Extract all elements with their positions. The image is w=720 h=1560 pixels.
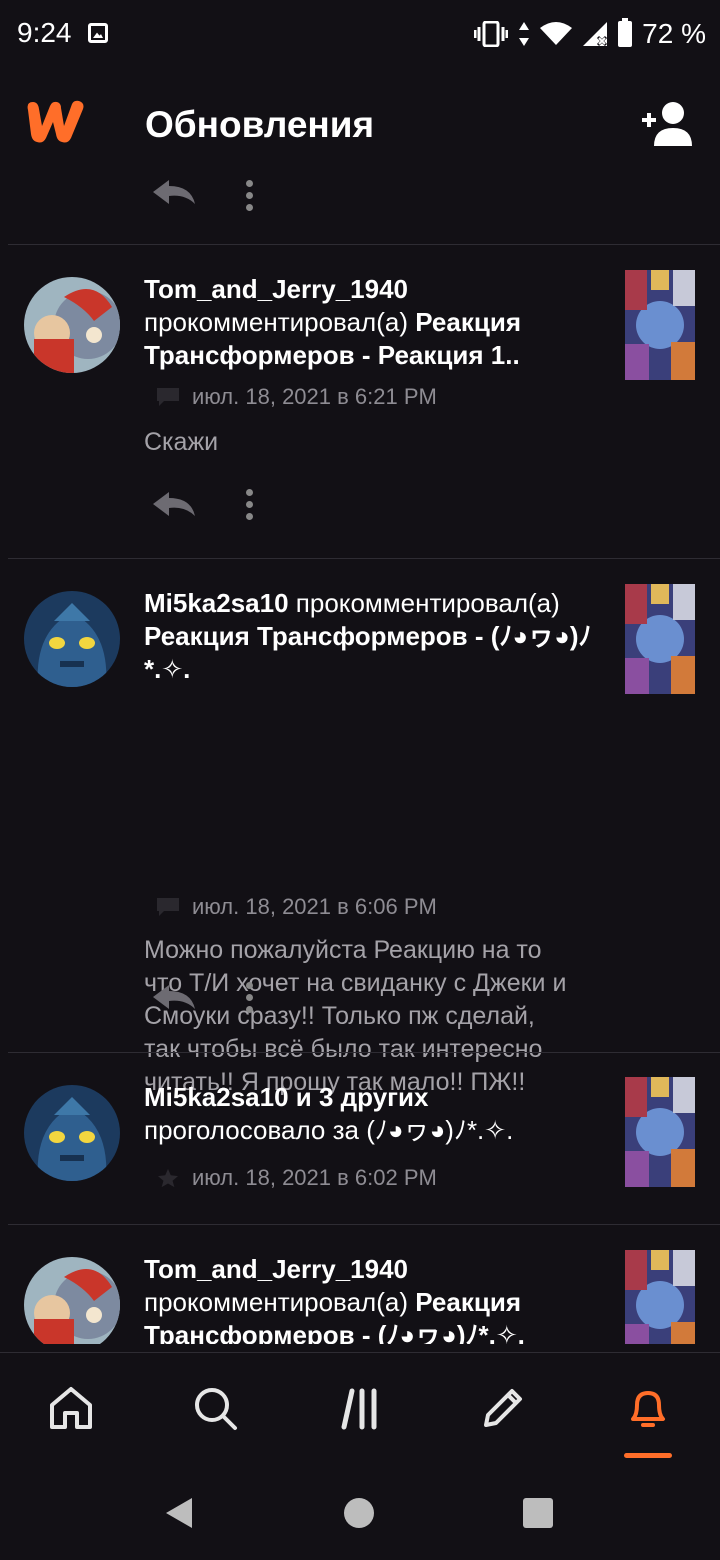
timestamp: июл. 18, 2021 в 6:06 PM [192,894,437,919]
comment-icon [157,388,179,406]
activity-meta: июл. 18, 2021 в 6:02 PM [156,1165,437,1191]
activity-text: Mi5ka2sa10 прокомментировал(а) Реакция Т… [144,587,604,686]
story-cover[interactable] [625,270,695,380]
home-circle-icon[interactable] [344,1498,374,1528]
activity-action: прокомментировал(а) [295,588,560,618]
username[interactable]: Mi5ka2sa10 и 3 других [144,1082,428,1112]
library-icon[interactable] [336,1383,386,1433]
timestamp: июл. 18, 2021 в 6:02 PM [192,1165,437,1190]
more-icon[interactable] [246,489,254,521]
wattpad-logo[interactable] [24,96,88,146]
story-title[interactable]: (ﾉ◕ヮ◕)ﾉ*.✧. [366,1115,513,1145]
status-bar: 9:24 72 % [0,0,720,68]
system-navigation [0,1464,720,1560]
recents-icon[interactable] [523,1498,553,1528]
reply-icon[interactable] [151,490,197,518]
app-header: Обновления [0,68,720,180]
story-cover[interactable] [625,1077,695,1187]
search-icon[interactable] [190,1383,240,1433]
activity-action: прокомментировал(а) [144,307,408,337]
username[interactable]: Mi5ka2sa10 [144,588,289,618]
username[interactable]: Tom_and_Jerry_1940 [144,274,408,304]
list-item[interactable]: Tom_and_Jerry_1940 прокомментировал(а) Р… [0,245,720,558]
more-icon[interactable] [246,982,254,1014]
username[interactable]: Tom_and_Jerry_1940 [144,1254,408,1284]
activity-action: проголосовало за [144,1115,359,1145]
avatar[interactable] [24,277,120,373]
list-item[interactable]: Tom_and_Jerry_1940 прокомментировал(а) Р… [0,1225,720,1344]
activity-text: Tom_and_Jerry_1940 прокомментировал(а) Р… [144,1253,604,1344]
active-tab-indicator [624,1453,672,1458]
reply-icon[interactable] [151,180,197,206]
signal-icon [583,22,608,47]
image-icon [88,23,108,43]
avatar[interactable] [24,1257,120,1344]
reply-icon[interactable] [151,983,197,1011]
activity-text: Tom_and_Jerry_1940 прокомментировал(а) Р… [144,273,604,372]
story-cover[interactable] [625,1250,695,1344]
back-icon[interactable] [164,1496,194,1530]
activity-action: прокомментировал(а) [144,1287,408,1317]
bottom-navigation [0,1352,720,1464]
notifications-icon[interactable] [623,1383,673,1433]
activity-meta: июл. 18, 2021 в 6:21 PM [156,384,437,410]
status-time: 9:24 [17,17,72,48]
star-icon [158,1168,178,1188]
list-item[interactable]: Mi5ka2sa10 прокомментировал(а) Реакция Т… [0,559,720,1096]
more-icon[interactable] [246,180,254,212]
add-user-icon[interactable] [640,100,696,148]
battery-percent: 72 % [642,18,706,49]
home-icon[interactable] [46,1383,96,1433]
data-arrows-icon [519,22,530,46]
page-title: Обновления [145,104,375,145]
story-cover[interactable] [625,584,695,694]
wifi-icon [540,22,573,45]
previous-item-actions [0,180,720,244]
comment-text: Скажи [144,428,219,456]
comment-icon [157,898,179,916]
vibrate-icon [474,21,509,47]
timestamp: июл. 18, 2021 в 6:21 PM [192,384,437,409]
story-title[interactable]: Реакция Трансформеров - (ﾉ◕ヮ◕)ﾉ*.✧. [144,621,592,684]
avatar[interactable] [24,591,120,687]
write-icon[interactable] [478,1383,528,1433]
list-item[interactable]: Mi5ka2sa10 и 3 других проголосовало за (… [0,1053,720,1224]
avatar[interactable] [24,1085,120,1181]
battery-icon [618,18,633,47]
activity-text: Mi5ka2sa10 и 3 других проголосовало за (… [144,1081,604,1147]
updates-feed[interactable]: Tom_and_Jerry_1940 прокомментировал(а) Р… [0,180,720,1344]
activity-meta: июл. 18, 2021 в 6:06 PM [156,894,437,920]
